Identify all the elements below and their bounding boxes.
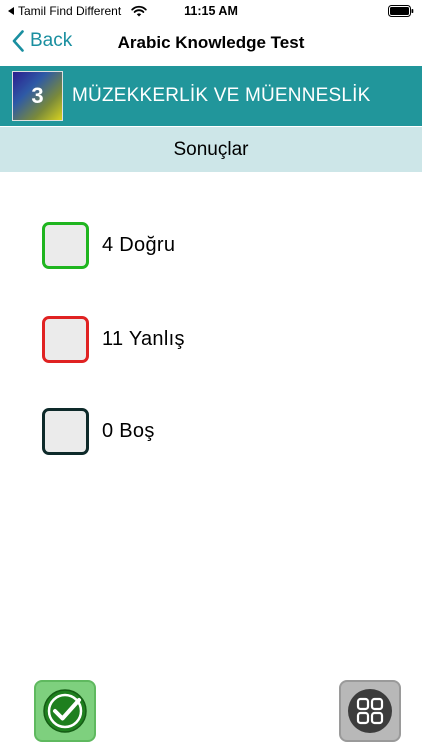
empty-label: 0 Boş (102, 420, 155, 442)
correct-label: 4 Doğru (102, 234, 176, 256)
check-button[interactable] (34, 680, 96, 742)
topic-title: MÜZEKKERLİK VE MÜENNESLİK (72, 85, 371, 106)
check-circle-icon (43, 689, 87, 733)
wrong-label: 11 Yanlış (102, 328, 185, 350)
result-wrong: 11 Yanlış (42, 316, 185, 363)
page-title: Arabic Knowledge Test (117, 33, 305, 52)
grid-menu-icon (348, 689, 392, 733)
empty-indicator-box (42, 408, 89, 455)
topic-number-badge: 3 (12, 71, 63, 121)
status-bar: Tamil Find Different 11:15 AM (0, 0, 422, 22)
results-heading: Sonuçlar (0, 127, 422, 172)
result-correct: 4 Doğru (42, 222, 175, 269)
status-time: 11:15 AM (184, 4, 238, 18)
nav-bar: Back Arabic Knowledge Test (0, 24, 422, 64)
menu-grid-button[interactable] (339, 680, 401, 742)
result-empty: 0 Boş (42, 408, 155, 455)
battery-icon (388, 5, 414, 17)
wrong-indicator-box (42, 316, 89, 363)
correct-indicator-box (42, 222, 89, 269)
topic-header: 3 MÜZEKKERLİK VE MÜENNESLİK (0, 66, 422, 126)
